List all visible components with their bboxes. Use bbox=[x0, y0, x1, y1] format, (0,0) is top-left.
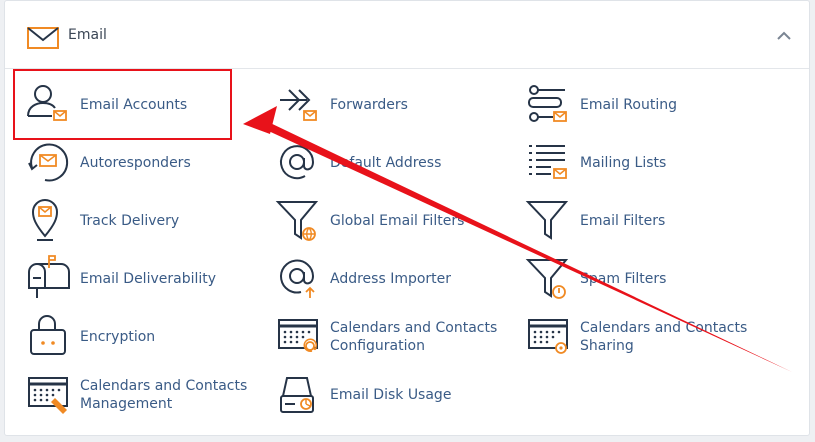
track-delivery-link[interactable]: Track Delivery bbox=[25, 196, 265, 246]
address-importer-icon bbox=[280, 259, 315, 298]
email-deliverability-icon bbox=[28, 255, 70, 298]
autoresponders-icon bbox=[28, 143, 69, 182]
envelope-icon bbox=[27, 27, 59, 49]
spam-filters-link[interactable]: Spam Filters bbox=[525, 254, 765, 304]
calendar-configuration-link[interactable]: Calendars and Contacts Configuration bbox=[275, 312, 515, 362]
item-label: Calendars and Contacts Sharing bbox=[580, 320, 748, 354]
mailing-lists-link[interactable]: Mailing Lists bbox=[525, 138, 765, 188]
item-label: Encryption bbox=[80, 329, 156, 345]
item-label: Calendars and Contacts Management bbox=[80, 378, 248, 412]
item-label: Email Filters bbox=[580, 213, 666, 229]
global-email-filters-icon bbox=[275, 201, 319, 241]
autoresponders-link[interactable]: Autoresponders bbox=[25, 138, 265, 188]
email-filters-icon bbox=[525, 201, 569, 240]
mailing-lists-icon bbox=[529, 145, 567, 179]
section-title: Email bbox=[68, 27, 107, 43]
section-header[interactable]: Email bbox=[5, 1, 809, 69]
calendar-sharing-link[interactable]: Calendars and Contacts Sharing bbox=[525, 312, 765, 362]
address-importer-link[interactable]: Address Importer bbox=[275, 254, 515, 304]
calendar-configuration-icon bbox=[278, 319, 318, 352]
calendar-management-icon bbox=[28, 377, 68, 414]
item-label: Spam Filters bbox=[580, 271, 667, 287]
default-address-link[interactable]: Default Address bbox=[275, 138, 515, 188]
email-section-panel: Email Email Accounts Forwarders Email Ro… bbox=[4, 0, 810, 436]
email-deliverability-link[interactable]: Email Deliverability bbox=[25, 254, 265, 304]
global-email-filters-link[interactable]: Global Email Filters bbox=[275, 196, 515, 246]
email-filters-link[interactable]: Email Filters bbox=[525, 196, 765, 246]
item-label: Email Routing bbox=[580, 97, 677, 113]
default-address-icon bbox=[280, 145, 315, 180]
encryption-icon bbox=[30, 315, 66, 355]
spam-filters-icon bbox=[525, 259, 569, 299]
annotation-highlight-box bbox=[13, 69, 232, 140]
item-label: Autoresponders bbox=[80, 155, 191, 171]
forwarders-icon bbox=[280, 89, 317, 121]
email-routing-icon bbox=[528, 85, 567, 122]
item-label: Address Importer bbox=[330, 271, 452, 287]
item-label: Mailing Lists bbox=[580, 155, 667, 171]
email-routing-link[interactable]: Email Routing bbox=[525, 80, 765, 130]
item-label: Calendars and Contacts Configuration bbox=[330, 320, 498, 354]
chevron-up-icon[interactable] bbox=[777, 31, 791, 41]
item-label: Track Delivery bbox=[80, 213, 180, 229]
calendar-management-link[interactable]: Calendars and Contacts Management bbox=[25, 370, 265, 420]
item-label: Default Address bbox=[330, 155, 442, 171]
item-label: Global Email Filters bbox=[330, 213, 465, 229]
item-label: Email Deliverability bbox=[80, 271, 217, 287]
forwarders-link[interactable]: Forwarders bbox=[275, 80, 515, 130]
encryption-link[interactable]: Encryption bbox=[25, 312, 265, 362]
email-disk-usage-link[interactable]: Email Disk Usage bbox=[275, 370, 515, 420]
track-delivery-icon bbox=[31, 199, 59, 241]
item-label: Email Disk Usage bbox=[330, 387, 452, 403]
item-label: Forwarders bbox=[330, 97, 408, 113]
disk-usage-icon bbox=[280, 377, 314, 413]
calendar-sharing-icon bbox=[528, 319, 568, 354]
